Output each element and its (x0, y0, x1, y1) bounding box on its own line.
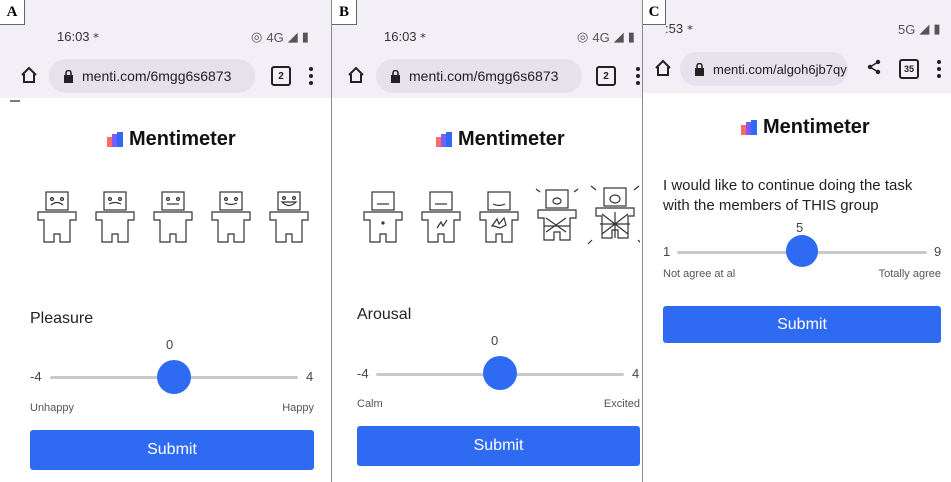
mentimeter-logo: Mentimeter (741, 116, 870, 139)
panel-a: A 16:03 ⁎ ◎ 4G ◢ ▮ menti.com/6mgg6s6873 … (0, 0, 331, 482)
slider-right-label: Totally agree (878, 268, 941, 280)
slider-left-label: Not agree at al (663, 268, 736, 280)
address-bar[interactable]: menti.com/6mgg6s6873 (376, 59, 582, 93)
submit-button[interactable]: Submit (663, 306, 941, 343)
hotspot-icon: ◎ (251, 29, 263, 44)
slider-thumb[interactable] (786, 235, 818, 267)
panel-b: B 16:03 ⁎ ◎ 4G ◢ ▮ menti.com/6mgg6s6873 … (332, 0, 642, 482)
status-time: 16:03 (57, 29, 90, 44)
logo-text: Mentimeter (763, 116, 870, 138)
signal-activity-icon: ⁎ (687, 19, 693, 33)
slider-thumb[interactable] (483, 356, 517, 390)
share-icon[interactable] (866, 59, 882, 75)
logo-text: Mentimeter (129, 128, 236, 150)
mentimeter-logo-icon (741, 120, 757, 135)
signal-icon: ◢ (919, 21, 930, 36)
network-type: 4G (266, 29, 284, 45)
slider-max: 4 (306, 369, 314, 384)
panel-label: A (0, 0, 25, 25)
slider-value: 0 (166, 337, 174, 352)
lock-icon (391, 69, 400, 83)
slider-value: 5 (796, 220, 804, 235)
status-icons: 5G ◢ ▮ (898, 21, 941, 37)
more-menu-button[interactable] (937, 60, 941, 81)
mentimeter-logo: Mentimeter (436, 128, 565, 151)
page-load-progress (10, 100, 20, 102)
tab-switcher-button[interactable]: 35 (899, 59, 919, 79)
question-title: Arousal (357, 306, 412, 323)
home-icon[interactable] (347, 66, 365, 84)
url-text: menti.com/6mgg6s6873 (82, 68, 232, 84)
battery-icon: ▮ (933, 21, 941, 36)
panel-c: C :53 ⁎ 5G ◢ ▮ menti.com/algoh6jb7qy 35 … (643, 0, 951, 482)
slider-max: 9 (934, 244, 942, 259)
question-title: Pleasure (30, 310, 94, 327)
question-title: I would like to continue doing the task … (663, 177, 913, 214)
slider-min: -4 (30, 369, 42, 384)
lock-icon (64, 69, 73, 83)
slider-min: -4 (357, 366, 369, 381)
slider-left-label: Unhappy (30, 402, 75, 414)
mentimeter-logo: Mentimeter (107, 128, 236, 151)
logo-text: Mentimeter (458, 128, 565, 150)
slider-right-label: Happy (282, 402, 314, 414)
url-text: menti.com/6mgg6s6873 (409, 68, 559, 84)
panel-label: C (643, 0, 666, 25)
status-icons: ◎ 4G ◢ ▮ (577, 29, 635, 45)
more-menu-button[interactable] (636, 67, 640, 88)
more-menu-button[interactable] (309, 67, 313, 88)
slider-left-label: Calm (357, 398, 383, 410)
slider-max: 4 (632, 366, 640, 381)
address-bar[interactable]: menti.com/algoh6jb7qy (680, 52, 848, 86)
battery-icon: ▮ (627, 29, 635, 44)
hotspot-icon: ◎ (577, 29, 589, 44)
panel-label: B (332, 0, 357, 25)
sam-pleasure-figures-icon (37, 191, 309, 243)
slider-value: 0 (491, 333, 499, 348)
url-text: menti.com/algoh6jb7qy (713, 61, 847, 77)
status-time: :53 (665, 21, 684, 36)
network-type: 5G (898, 21, 916, 37)
submit-button[interactable]: Submit (30, 430, 314, 470)
signal-icon: ◢ (287, 29, 298, 44)
sam-arousal-figures-icon (363, 185, 640, 245)
lock-icon (695, 62, 704, 76)
tab-switcher-button[interactable]: 2 (596, 66, 616, 86)
home-icon[interactable] (654, 59, 672, 77)
submit-button[interactable]: Submit (357, 426, 640, 466)
address-bar[interactable]: menti.com/6mgg6s6873 (49, 59, 255, 93)
mentimeter-logo-icon (436, 132, 452, 147)
status-icons: ◎ 4G ◢ ▮ (251, 29, 309, 45)
signal-activity-icon: ⁎ (420, 27, 426, 41)
tab-switcher-button[interactable]: 2 (271, 66, 291, 86)
slider-thumb[interactable] (157, 360, 191, 394)
network-type: 4G (592, 29, 610, 45)
signal-activity-icon: ⁎ (93, 27, 99, 41)
slider-min: 1 (663, 244, 671, 259)
battery-icon: ▮ (301, 29, 309, 44)
status-time: 16:03 (384, 29, 417, 44)
slider-right-label: Excited (603, 398, 640, 410)
mentimeter-logo-icon (107, 132, 123, 147)
home-icon[interactable] (20, 66, 38, 84)
signal-icon: ◢ (613, 29, 624, 44)
